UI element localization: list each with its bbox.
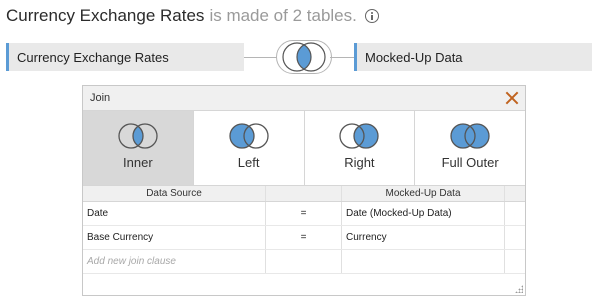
source-name: Currency Exchange Rates bbox=[6, 6, 205, 25]
info-icon[interactable] bbox=[364, 9, 379, 23]
source-suffix: is made of 2 tables. bbox=[209, 6, 357, 25]
column-header-left: Data Source bbox=[83, 186, 266, 201]
add-join-clause[interactable]: Add new join clause bbox=[83, 250, 266, 273]
add-join-clause-row[interactable]: Add new join clause bbox=[83, 250, 525, 274]
join-clause-row[interactable]: Base Currency = Currency bbox=[83, 226, 525, 250]
page-title: Currency Exchange Rates is made of 2 tab… bbox=[6, 5, 379, 27]
column-header-operator bbox=[266, 186, 342, 201]
join-type-label: Full Outer bbox=[441, 155, 499, 170]
right-field[interactable]: Date (Mocked-Up Data) bbox=[342, 202, 505, 225]
left-table-label: Currency Exchange Rates bbox=[17, 49, 169, 65]
close-icon[interactable] bbox=[505, 91, 519, 105]
left-field[interactable]: Base Currency bbox=[83, 226, 266, 249]
operator[interactable]: = bbox=[266, 226, 342, 249]
grid-header: Data Source Mocked-Up Data bbox=[83, 186, 525, 202]
left-join-icon bbox=[228, 123, 269, 149]
left-field[interactable]: Date bbox=[83, 202, 266, 225]
right-table-label: Mocked-Up Data bbox=[365, 49, 463, 65]
join-type-left[interactable]: Left bbox=[194, 111, 305, 185]
operator[interactable]: = bbox=[266, 202, 342, 225]
join-type-label: Right bbox=[344, 155, 375, 170]
right-join-icon bbox=[339, 123, 380, 149]
join-clause-row[interactable]: Date = Date (Mocked-Up Data) bbox=[83, 202, 525, 226]
connector-line bbox=[330, 57, 354, 58]
join-type-right[interactable]: Right bbox=[305, 111, 416, 185]
resize-grip-icon[interactable] bbox=[515, 285, 523, 293]
full-outer-join-icon bbox=[450, 123, 490, 149]
join-type-selector: Inner Left Right Full Outer bbox=[83, 111, 525, 186]
join-dialog: Join Inner Left Right Full Outer Data So… bbox=[82, 85, 526, 296]
join-indicator-icon[interactable] bbox=[276, 40, 332, 74]
join-type-inner[interactable]: Inner bbox=[83, 111, 194, 185]
dialog-header: Join bbox=[83, 86, 525, 111]
column-header-right: Mocked-Up Data bbox=[342, 186, 505, 201]
right-field[interactable]: Currency bbox=[342, 226, 505, 249]
left-table[interactable]: Currency Exchange Rates bbox=[6, 43, 244, 71]
join-clause-grid: Data Source Mocked-Up Data Date = Date (… bbox=[83, 186, 525, 274]
inner-join-icon bbox=[118, 123, 158, 149]
join-type-label: Inner bbox=[123, 155, 153, 170]
right-table[interactable]: Mocked-Up Data bbox=[354, 43, 592, 71]
dialog-title: Join bbox=[90, 92, 111, 104]
join-type-full-outer[interactable]: Full Outer bbox=[415, 111, 525, 185]
join-type-label: Left bbox=[237, 155, 260, 170]
connector-line bbox=[244, 57, 278, 58]
